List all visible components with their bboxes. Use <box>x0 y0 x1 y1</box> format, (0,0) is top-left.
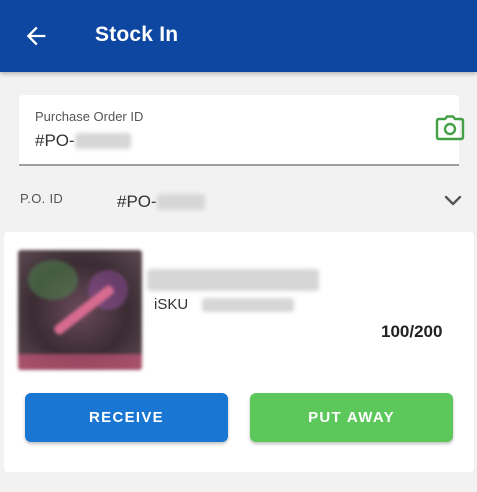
arrow-left-icon[interactable] <box>22 22 50 50</box>
page-title: Stock In <box>95 23 179 46</box>
purchase-order-id-label: Purchase Order ID <box>35 109 144 124</box>
purchase-order-id-field[interactable]: Purchase Order ID #PO- <box>19 95 465 166</box>
purchase-order-id-value[interactable]: #PO- <box>35 131 131 151</box>
isku-row: iSKU <box>154 296 295 313</box>
chevron-down-icon[interactable] <box>441 192 465 210</box>
po-id-selector[interactable]: P.O. ID #PO- <box>0 183 477 219</box>
po-id-value: #PO- <box>117 192 205 212</box>
redacted-po-number <box>74 133 131 149</box>
purchase-order-id-prefix: #PO- <box>35 131 75 150</box>
isku-label: iSKU <box>154 296 189 313</box>
quantity-received: 100/200 <box>381 322 443 341</box>
camera-icon[interactable] <box>435 115 465 141</box>
app-bar: Stock In <box>0 0 477 72</box>
redacted-isku-value <box>202 297 295 312</box>
po-id-label: P.O. ID <box>20 191 64 206</box>
stock-item-card: iSKU 100/200 RECEIVE PUT AWAY <box>4 232 474 472</box>
redacted-po-id <box>156 194 205 210</box>
put-away-button[interactable]: PUT AWAY <box>250 393 453 442</box>
po-id-prefix: #PO- <box>117 192 157 211</box>
redacted-product-name <box>147 269 319 291</box>
receive-button[interactable]: RECEIVE <box>25 393 228 442</box>
product-thumbnail <box>18 250 142 370</box>
